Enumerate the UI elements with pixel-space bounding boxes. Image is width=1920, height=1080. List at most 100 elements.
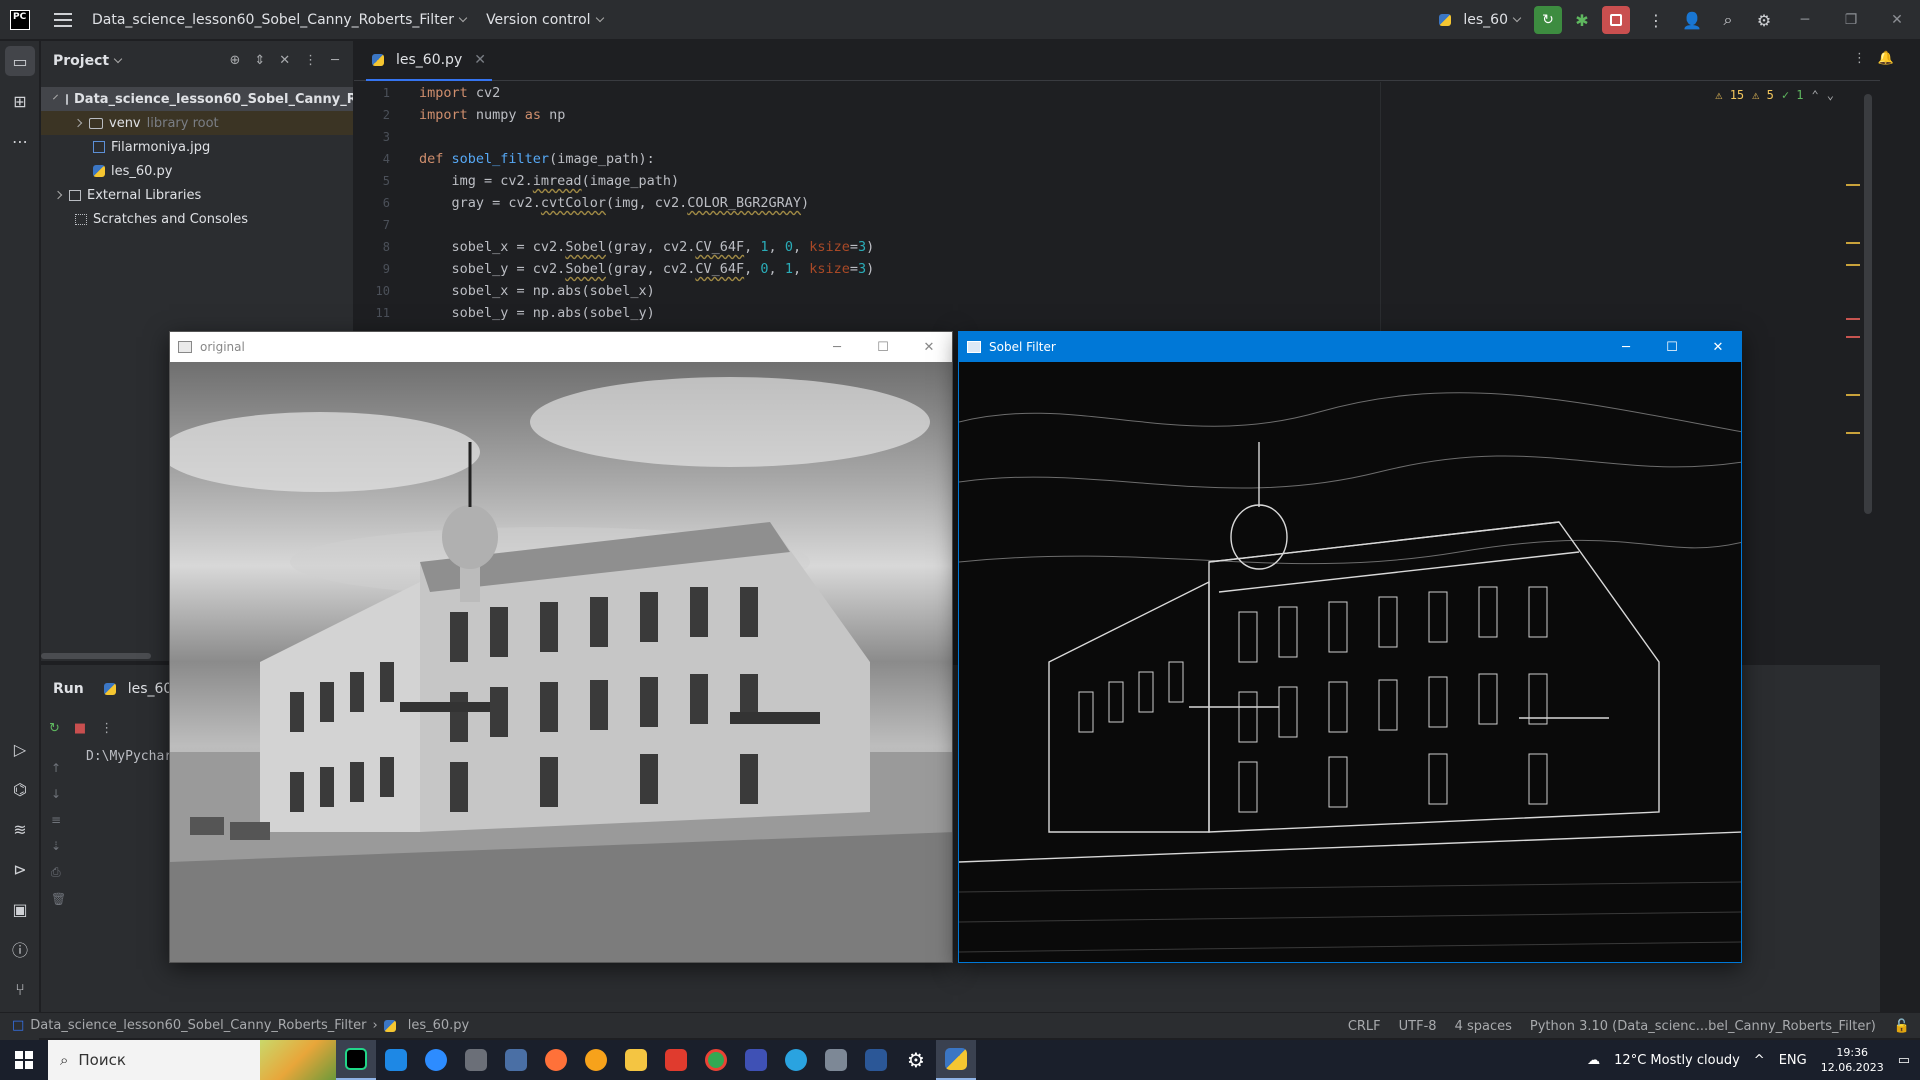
- tree-item-scratches[interactable]: Scratches and Consoles: [41, 207, 353, 231]
- clock[interactable]: 19:36 12.06.2023: [1821, 1045, 1884, 1075]
- minimize-button[interactable]: ─: [1603, 332, 1649, 362]
- rerun-icon[interactable]: ↻: [49, 721, 60, 736]
- taskbar-app-word[interactable]: [856, 1040, 896, 1080]
- tree-item-python-file[interactable]: les_60.py: [41, 159, 353, 183]
- error-stripe-mark[interactable]: [1846, 318, 1860, 320]
- structure-tool-icon[interactable]: ⊞: [0, 81, 40, 121]
- tab-les-60-py[interactable]: les_60.py ✕: [366, 41, 492, 81]
- sobel-filter-window[interactable]: Sobel Filter ─ ☐ ✕: [958, 331, 1742, 963]
- version-control-menu[interactable]: Version control: [486, 12, 604, 28]
- main-menu-icon[interactable]: [54, 12, 72, 27]
- taskbar-app-game[interactable]: [456, 1040, 496, 1080]
- expand-collapse-icon[interactable]: ⇕: [254, 53, 265, 68]
- rerun-button[interactable]: ↻: [1534, 6, 1562, 34]
- restore-button[interactable]: ❐: [1828, 0, 1874, 40]
- add-user-icon[interactable]: 👤: [1674, 0, 1710, 40]
- scroll-down-icon[interactable]: ↓: [51, 787, 66, 801]
- console-output[interactable]: D:\MyPychar: [86, 749, 172, 764]
- soft-wrap-icon[interactable]: ≡: [51, 813, 66, 827]
- breadcrumb-file[interactable]: les_60.py: [408, 1018, 470, 1033]
- taskbar-app-python[interactable]: [936, 1040, 976, 1080]
- action-center-icon[interactable]: ▭: [1898, 1053, 1910, 1068]
- taskbar-app-calculator[interactable]: [816, 1040, 856, 1080]
- more-options-icon[interactable]: ⋮: [100, 721, 113, 736]
- tree-item-image-file[interactable]: Filarmoniya.jpg: [41, 135, 353, 159]
- run-tool-icon[interactable]: ▷: [0, 729, 40, 769]
- error-stripe-mark[interactable]: [1846, 184, 1860, 186]
- python-packages-icon[interactable]: ≋: [0, 809, 40, 849]
- error-stripe-mark[interactable]: [1846, 394, 1860, 396]
- run-tab-les-60[interactable]: les_60: [103, 681, 172, 697]
- original-image-window[interactable]: original ─ ☐ ✕: [169, 331, 953, 963]
- run-configuration-selector[interactable]: les_60: [1439, 12, 1522, 28]
- print-icon[interactable]: ⎙: [51, 865, 66, 880]
- taskbar-app-telegram[interactable]: [776, 1040, 816, 1080]
- error-stripe-mark[interactable]: [1846, 336, 1860, 338]
- indent-setting[interactable]: 4 spaces: [1455, 1019, 1512, 1034]
- taskbar-app-vscode[interactable]: [376, 1040, 416, 1080]
- start-button[interactable]: [0, 1040, 48, 1080]
- breadcrumb-project[interactable]: Data_science_lesson60_Sobel_Canny_Robert…: [30, 1018, 366, 1033]
- tree-item-root[interactable]: Data_science_lesson60_Sobel_Canny_Rob: [41, 87, 353, 111]
- error-stripe-mark[interactable]: [1846, 264, 1860, 266]
- locate-icon[interactable]: ⊕: [229, 53, 240, 68]
- taskbar-app-firefox[interactable]: [536, 1040, 576, 1080]
- stop-button[interactable]: [1602, 6, 1630, 34]
- options-icon[interactable]: ⋮: [304, 53, 317, 68]
- close-tab-icon[interactable]: ✕: [474, 52, 486, 68]
- lock-icon[interactable]: 🔓: [1894, 1019, 1910, 1034]
- inspection-widget[interactable]: ⚠ 15 ⚠ 5 ✓ 1 ⌃ ⌄: [1715, 88, 1834, 102]
- vertical-scrollbar[interactable]: [1864, 94, 1872, 514]
- taskbar-app-editor[interactable]: [496, 1040, 536, 1080]
- tray-overflow-chevron-icon[interactable]: ^: [1754, 1053, 1765, 1068]
- python-console-icon[interactable]: ⌬: [0, 769, 40, 809]
- error-stripe-mark[interactable]: [1846, 242, 1860, 244]
- line-separator[interactable]: CRLF: [1348, 1019, 1381, 1034]
- settings-gear-icon[interactable]: ⚙: [1746, 0, 1782, 40]
- search-icon[interactable]: ⌕: [1710, 0, 1746, 40]
- taskbar-app-avast[interactable]: [576, 1040, 616, 1080]
- project-switcher[interactable]: Data_science_lesson60_Sobel_Canny_Robert…: [92, 12, 468, 28]
- taskbar-app-pycharm[interactable]: [336, 1040, 376, 1080]
- more-tools-icon[interactable]: ⋯: [0, 121, 40, 161]
- taskbar-app-chrome[interactable]: [696, 1040, 736, 1080]
- maximize-button[interactable]: ☐: [1649, 332, 1695, 362]
- collapse-all-icon[interactable]: ✕: [279, 53, 290, 68]
- error-stripe-mark[interactable]: [1846, 432, 1860, 434]
- close-button[interactable]: ✕: [906, 332, 952, 362]
- python-interpreter[interactable]: Python 3.10 (Data_scienc...bel_Canny_Rob…: [1530, 1019, 1876, 1034]
- original-window-titlebar[interactable]: original ─ ☐ ✕: [170, 332, 952, 362]
- taskbar-app-acrobat[interactable]: [656, 1040, 696, 1080]
- chevron-down-icon[interactable]: ⌄: [1827, 88, 1834, 102]
- weather-text[interactable]: 12°C Mostly cloudy: [1614, 1053, 1740, 1068]
- horizontal-scrollbar[interactable]: [41, 653, 151, 659]
- maximize-button[interactable]: ☐: [860, 332, 906, 362]
- tree-item-external-libraries[interactable]: External Libraries: [41, 183, 353, 207]
- sobel-window-titlebar[interactable]: Sobel Filter ─ ☐ ✕: [959, 332, 1741, 362]
- taskbar-app-save[interactable]: [736, 1040, 776, 1080]
- language-indicator[interactable]: ENG: [1779, 1053, 1807, 1068]
- minimize-button[interactable]: ─: [1782, 0, 1828, 40]
- taskbar-app-zoom[interactable]: [416, 1040, 456, 1080]
- clear-all-icon[interactable]: 🗑: [51, 892, 66, 906]
- minimize-button[interactable]: ─: [814, 332, 860, 362]
- close-button[interactable]: ✕: [1695, 332, 1741, 362]
- scroll-to-end-icon[interactable]: ⇣: [51, 839, 66, 853]
- tree-item-venv[interactable]: venv library root: [41, 111, 353, 135]
- chevron-up-icon[interactable]: ⌃: [1812, 88, 1819, 102]
- notifications-bell-icon[interactable]: 🔔: [1878, 51, 1894, 66]
- close-button[interactable]: ✕: [1874, 0, 1920, 40]
- debug-button[interactable]: ✱: [1568, 6, 1596, 34]
- problems-icon[interactable]: ⓘ: [0, 929, 40, 969]
- project-tool-folder-icon[interactable]: ▭: [5, 46, 35, 76]
- more-actions-icon[interactable]: ⋮: [1638, 0, 1674, 40]
- taskbar-app-settings[interactable]: ⚙: [896, 1040, 936, 1080]
- file-encoding[interactable]: UTF-8: [1399, 1019, 1437, 1034]
- taskbar-app-file-explorer[interactable]: [616, 1040, 656, 1080]
- scroll-up-icon[interactable]: ↑: [51, 761, 66, 775]
- editor-options-icon[interactable]: ⋮: [1853, 51, 1866, 66]
- services-icon[interactable]: ⊳: [0, 849, 40, 889]
- taskbar-search-box[interactable]: ⌕ Поиск: [48, 1040, 336, 1080]
- stop-icon[interactable]: ■: [74, 721, 86, 736]
- terminal-icon[interactable]: ▣: [0, 889, 40, 929]
